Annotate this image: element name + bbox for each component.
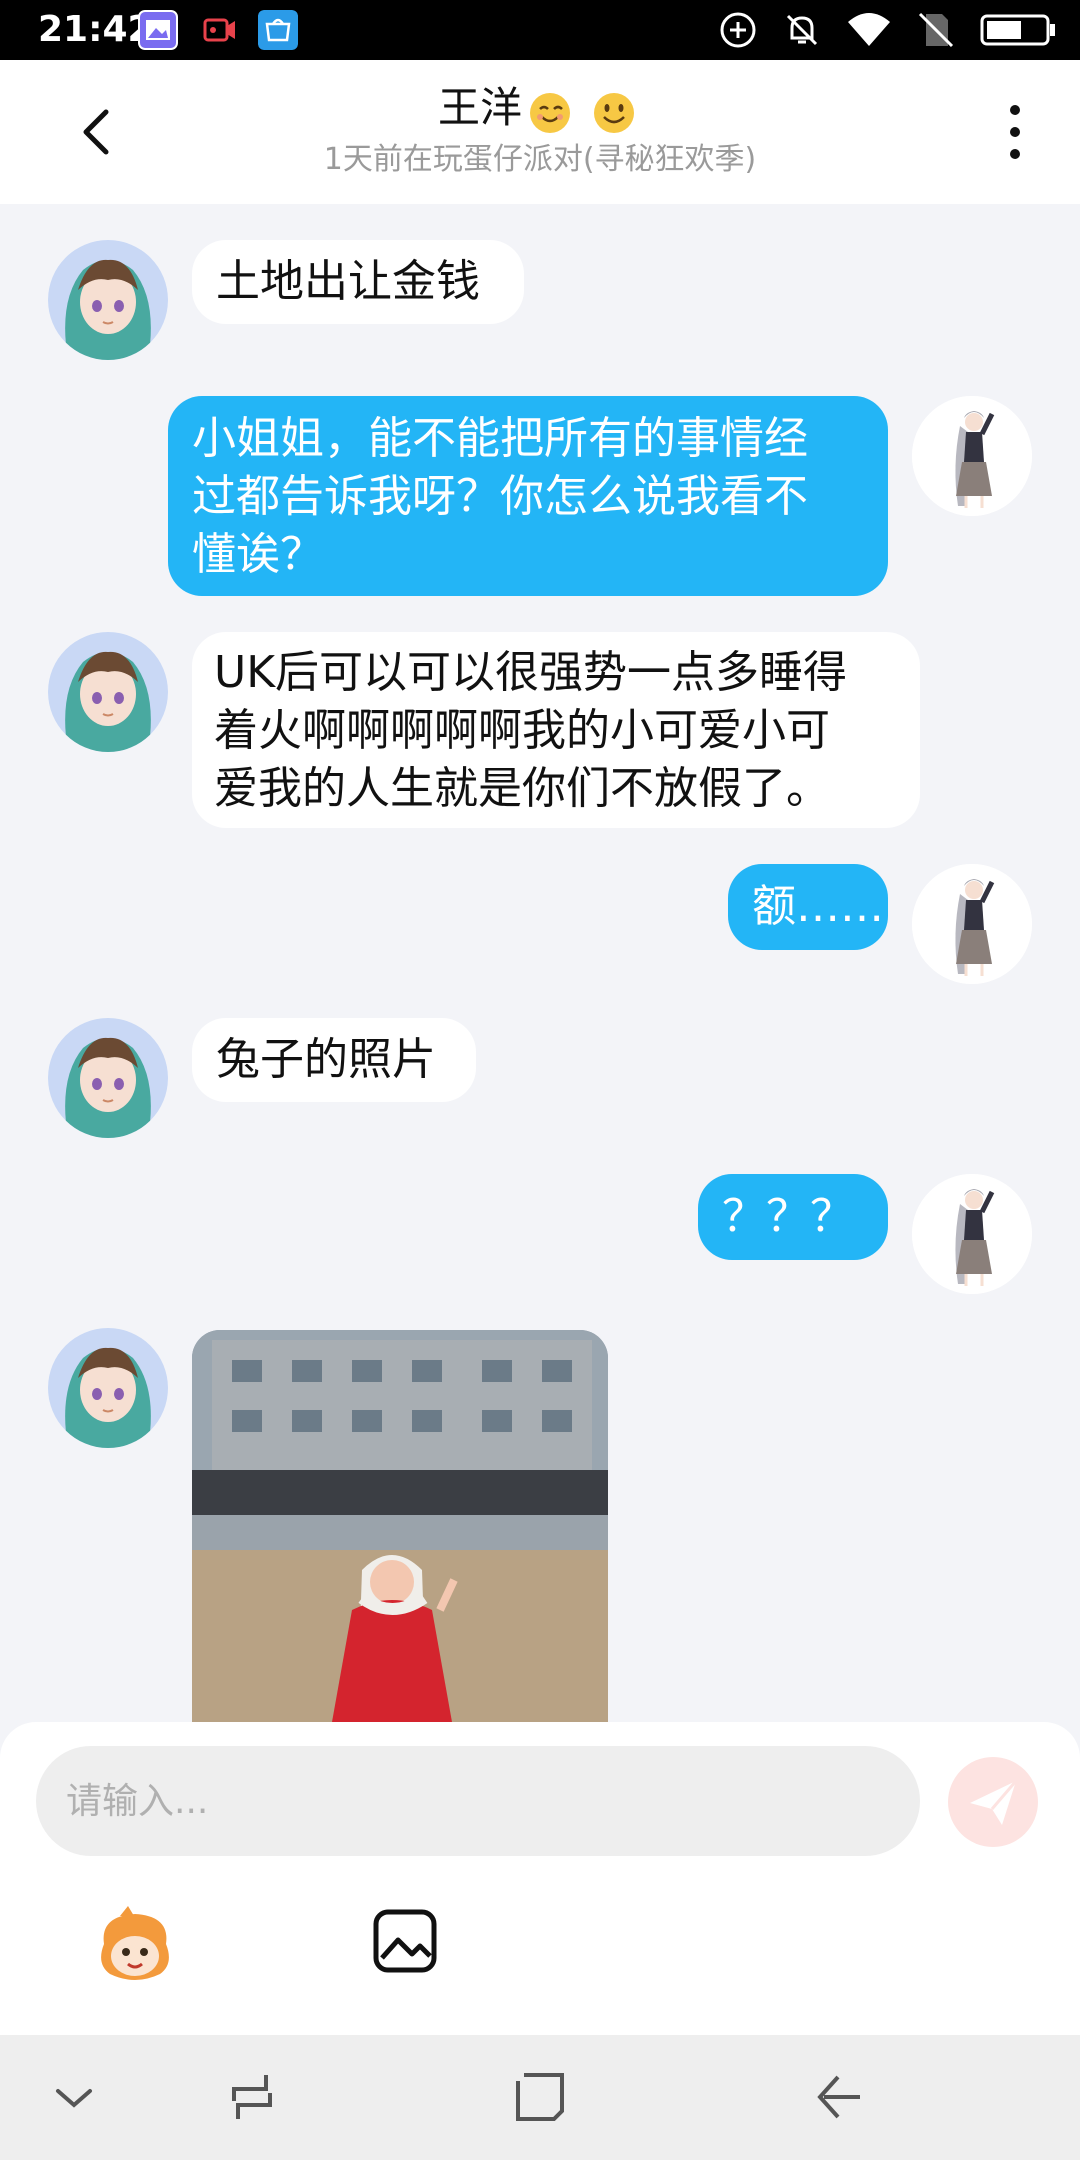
contact-avatar[interactable]	[48, 632, 168, 752]
message-bubble-incoming[interactable]: 兔子的照片	[192, 1018, 476, 1102]
message-bubble-incoming[interactable]: 土地出让金钱	[192, 240, 524, 324]
gray-hair-girl-avatar-icon	[912, 396, 1032, 516]
smile-emoji-icon	[594, 92, 634, 133]
status-bar: 21:42	[0, 0, 1080, 60]
chevron-down-icon[interactable]	[44, 2067, 104, 2127]
message-text: ？？？	[722, 1191, 854, 1242]
wifi-icon	[848, 13, 890, 46]
child-in-red-coat-photo	[192, 1330, 608, 1722]
smiling-emoji-icon	[530, 92, 570, 133]
message-text-line: UK后可以可以很强势一点多睡得	[214, 647, 848, 698]
message-text: 额……	[752, 881, 884, 932]
contact-status: 1天前在玩蛋仔派对(寻秘狂欢季)	[323, 142, 757, 177]
screen-record-icon	[203, 18, 235, 42]
system-navigation-bar	[0, 2035, 1080, 2160]
composer-panel	[0, 1722, 1080, 2035]
gray-hair-girl-avatar-icon	[912, 1174, 1032, 1294]
message-text-line: 爱我的人生就是你们不放假了。	[214, 763, 830, 814]
anime-girl-avatar-icon	[48, 1018, 168, 1138]
message-text-line: 小姐姐，能不能把所有的事情经	[192, 413, 808, 464]
chat-header: 王洋 1天前在玩蛋仔派对(寻秘狂欢季)	[0, 60, 1080, 204]
koobee-store-icon	[258, 10, 298, 50]
status-time: 21:42	[38, 9, 153, 50]
gray-hair-girl-avatar-icon	[912, 864, 1032, 984]
message-text-line: 过都告诉我呀？你怎么说我看不	[192, 471, 808, 522]
contact-avatar[interactable]	[48, 1328, 168, 1448]
my-avatar[interactable]	[912, 1174, 1032, 1294]
contact-avatar[interactable]	[48, 1018, 168, 1138]
contact-avatar[interactable]	[48, 240, 168, 360]
paper-plane-icon	[970, 1780, 1018, 1825]
message-input[interactable]	[36, 1746, 920, 1856]
anime-girl-avatar-icon	[48, 632, 168, 752]
contact-name: 王洋	[437, 83, 522, 132]
image-picker-icon[interactable]	[372, 1908, 438, 1974]
no-sim-icon	[918, 12, 954, 48]
status-icons	[718, 8, 1056, 52]
photo-message[interactable]	[192, 1330, 608, 1722]
gallery-icon	[138, 10, 178, 50]
send-button[interactable]	[948, 1757, 1038, 1847]
my-avatar[interactable]	[912, 864, 1032, 984]
message-text-line: 懂诶？	[192, 529, 324, 580]
bell-off-icon	[786, 14, 818, 46]
message-bubble-outgoing[interactable]: 小姐姐，能不能把所有的事情经 过都告诉我呀？你怎么说我看不 懂诶？	[168, 396, 888, 596]
anime-girl-avatar-icon	[48, 1328, 168, 1448]
message-bubble-outgoing[interactable]: ？？？	[698, 1174, 888, 1260]
message-text-line: 着火啊啊啊啊啊我的小可爱小可	[214, 705, 830, 756]
message-bubble-outgoing[interactable]: 额……	[728, 864, 888, 950]
my-avatar[interactable]	[912, 396, 1032, 516]
battery-icon	[980, 14, 1055, 46]
message-bubble-incoming[interactable]: UK后可以可以很强势一点多睡得 着火啊啊啊啊啊我的小可爱小可 爱我的人生就是你们…	[192, 632, 920, 828]
chat-title: 王洋	[0, 80, 1080, 136]
back-icon[interactable]	[808, 2067, 868, 2127]
recent-apps-icon[interactable]	[222, 2067, 282, 2127]
home-icon[interactable]	[510, 2067, 570, 2127]
more-options-icon[interactable]	[990, 100, 1040, 164]
emoji-sticker-icon[interactable]	[90, 1904, 180, 1988]
anime-girl-avatar-icon	[48, 240, 168, 360]
add-circle-icon	[720, 12, 756, 48]
message-text: 兔子的照片	[216, 1034, 436, 1085]
message-text: 土地出让金钱	[216, 256, 480, 307]
